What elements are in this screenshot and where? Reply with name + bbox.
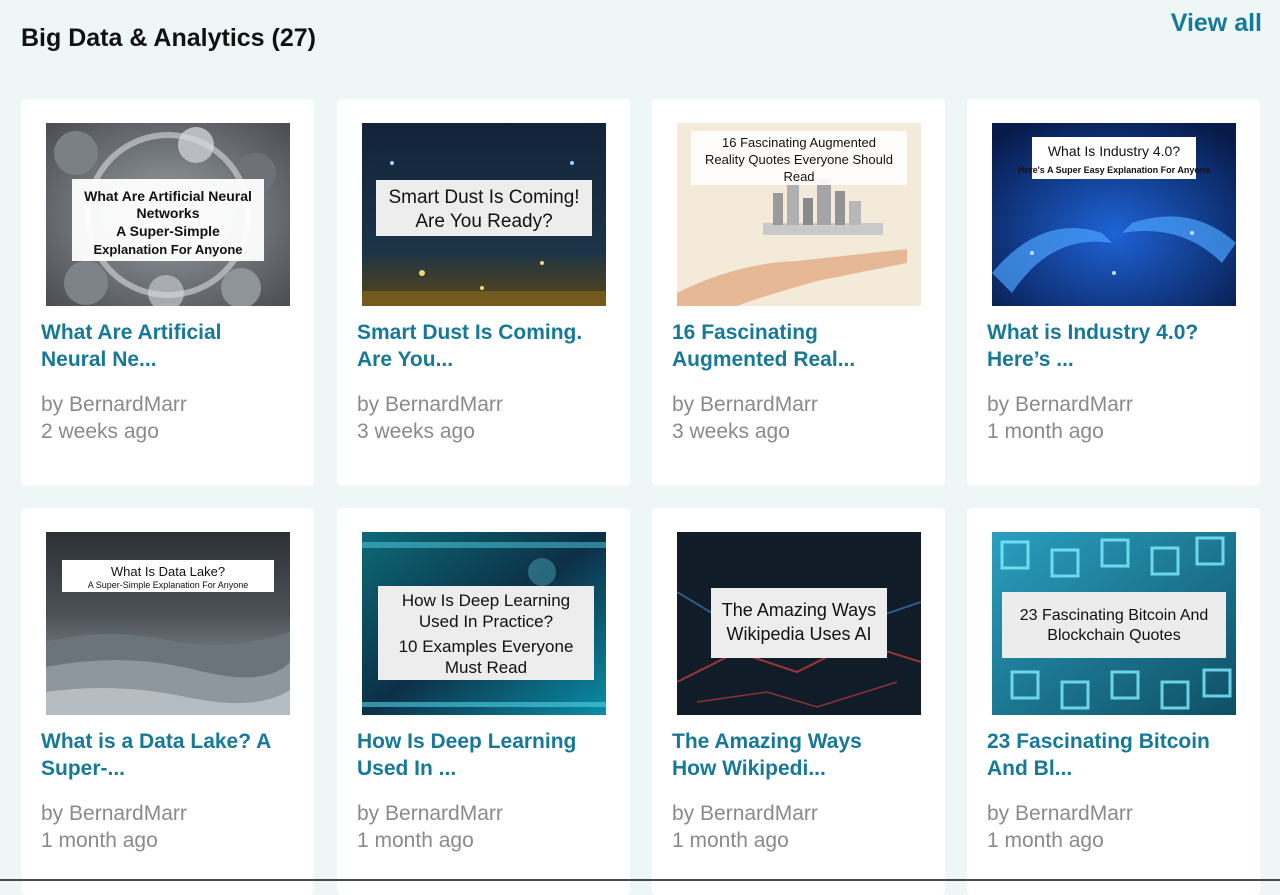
article-thumbnail[interactable]: How Is Deep Learning Used In Practice? 1… [362, 532, 606, 715]
article-title-line: Smart Dust Is Coming. [357, 321, 583, 344]
thumbnail-caption: How Is Deep Learning [402, 591, 570, 610]
article-card[interactable]: 23 Fascinating Bitcoin And Blockchain Qu… [967, 508, 1260, 895]
article-timestamp: 2 weeks ago [41, 420, 159, 443]
article-title-line: Neural Ne... [41, 348, 157, 371]
thumbnail-caption: What Is Industry 4.0? [1048, 143, 1180, 159]
article-thumbnail[interactable]: What Is Industry 4.0? Here's A Super Eas… [992, 123, 1236, 306]
article-title-line: Here’s ... [987, 348, 1074, 371]
article-title-link[interactable]: Smart Dust Is Coming. Are You... [357, 319, 619, 373]
article-timestamp: 1 month ago [672, 829, 789, 852]
thumbnail-caption: Are You Ready? [415, 211, 552, 232]
article-title-line: And Bl... [987, 757, 1073, 780]
article-title-line: The Amazing Ways [672, 730, 862, 753]
thumbnail-caption: Used In Practice? [419, 612, 553, 631]
thumbnail-caption: Explanation For Anyone [93, 242, 242, 257]
thumbnail-caption: Smart Dust Is Coming! [388, 187, 579, 208]
article-title-line: Super-... [41, 757, 126, 780]
article-card[interactable]: What Is Data Lake? A Super-Simple Explan… [21, 508, 314, 895]
article-thumbnail[interactable]: Smart Dust Is Coming! Are You Ready? [362, 123, 606, 306]
thumbnail-caption: Networks [136, 205, 199, 221]
thumbnail-caption: Read [783, 169, 814, 184]
article-card[interactable]: Smart Dust Is Coming! Are You Ready? Sma… [337, 99, 630, 486]
article-timestamp: 1 month ago [357, 829, 474, 852]
thumbnail-caption: 23 Fascinating Bitcoin And [1020, 607, 1209, 624]
thumbnail-caption: A Super-Simple Explanation For Anyone [88, 580, 249, 590]
thumbnail-caption: The Amazing Ways [722, 600, 876, 620]
article-title-link[interactable]: How Is Deep Learning Used In ... [357, 728, 619, 782]
article-title-line: 23 Fascinating Bitcoin [987, 730, 1210, 753]
article-thumbnail[interactable]: The Amazing Ways Wikipedia Uses AI [677, 532, 921, 715]
thumbnail-caption: What Are Artificial Neural [84, 188, 252, 204]
article-timestamp: 1 month ago [987, 829, 1104, 852]
article-title-link[interactable]: What Are Artificial Neural Ne... [41, 319, 303, 373]
thumbnail-caption: 10 Examples Everyone [399, 637, 574, 656]
article-grid: What Are Artificial Neural Networks A Su… [0, 0, 1280, 895]
article-thumbnail[interactable]: What Are Artificial Neural Networks A Su… [46, 123, 290, 306]
article-timestamp: 3 weeks ago [357, 420, 475, 443]
article-author: by BernardMarr [41, 802, 187, 825]
article-card[interactable]: 16 Fascinating Augmented Reality Quotes … [652, 99, 945, 486]
article-title-line: What is a Data Lake? A [41, 730, 272, 753]
article-timestamp: 3 weeks ago [672, 420, 790, 443]
article-card[interactable]: What Are Artificial Neural Networks A Su… [21, 99, 314, 486]
thumbnail-caption: 16 Fascinating Augmented [722, 135, 876, 150]
thumbnail-caption: What Is Data Lake? [111, 564, 225, 579]
article-author: by BernardMarr [672, 802, 818, 825]
article-timestamp: 1 month ago [41, 829, 158, 852]
article-card[interactable]: How Is Deep Learning Used In Practice? 1… [337, 508, 630, 895]
thumbnail-caption: Must Read [445, 658, 527, 677]
article-title-link[interactable]: 16 Fascinating Augmented Real... [672, 319, 934, 373]
article-thumbnail[interactable]: 16 Fascinating Augmented Reality Quotes … [677, 123, 921, 306]
article-author: by BernardMarr [672, 393, 818, 416]
article-author: by BernardMarr [987, 393, 1133, 416]
article-author: by BernardMarr [357, 802, 503, 825]
article-title-line: What is Industry 4.0? [987, 321, 1199, 344]
article-title-line: What Are Artificial [41, 321, 222, 344]
article-thumbnail[interactable]: What Is Data Lake? A Super-Simple Explan… [46, 532, 290, 715]
article-card[interactable]: What Is Industry 4.0? Here's A Super Eas… [967, 99, 1260, 486]
article-card[interactable]: The Amazing Ways Wikipedia Uses AI The A… [652, 508, 945, 895]
article-author: by BernardMarr [987, 802, 1133, 825]
thumbnail-caption: Wikipedia Uses AI [726, 624, 871, 644]
article-title-line: How Is Deep Learning [357, 730, 577, 753]
article-title-link[interactable]: 23 Fascinating Bitcoin And Bl... [987, 728, 1249, 782]
article-title-link[interactable]: What is Industry 4.0? Here’s ... [987, 319, 1249, 373]
article-timestamp: 1 month ago [987, 420, 1104, 443]
thumbnail-caption: Here's A Super Easy Explanation For Anyo… [1018, 165, 1211, 175]
article-title-link[interactable]: What is a Data Lake? A Super-... [41, 728, 303, 782]
article-author: by BernardMarr [357, 393, 503, 416]
article-title-link[interactable]: The Amazing Ways How Wikipedi... [672, 728, 934, 782]
article-thumbnail[interactable]: 23 Fascinating Bitcoin And Blockchain Qu… [992, 532, 1236, 715]
article-title-line: Are You... [357, 348, 454, 371]
article-author: by BernardMarr [41, 393, 187, 416]
thumbnail-caption: Reality Quotes Everyone Should [705, 152, 893, 167]
thumbnail-caption: Blockchain Quotes [1047, 627, 1180, 644]
article-title-line: 16 Fascinating [672, 321, 818, 344]
article-title-line: Used In ... [357, 757, 457, 780]
article-title-line: How Wikipedi... [672, 757, 826, 780]
article-title-line: Augmented Real... [672, 348, 856, 371]
thumbnail-caption: A Super-Simple [116, 223, 220, 239]
